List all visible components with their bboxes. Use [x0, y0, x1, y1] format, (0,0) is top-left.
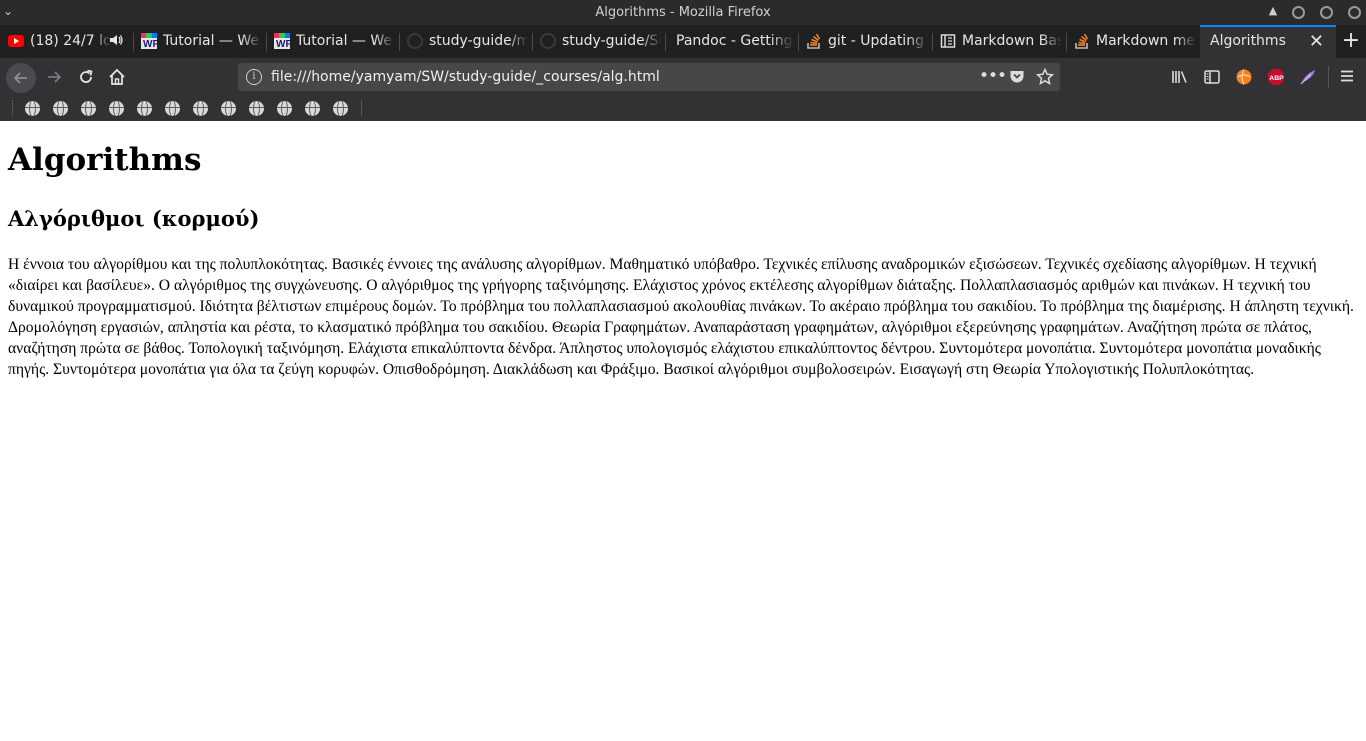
- tab-label: study-guide/m: [429, 33, 528, 49]
- close-tab-icon[interactable]: ✕: [1309, 31, 1324, 52]
- home-button[interactable]: [103, 64, 131, 90]
- maximize-button[interactable]: [1320, 6, 1333, 19]
- globe-icon[interactable]: [53, 101, 68, 116]
- bookmark-star-icon[interactable]: [1035, 67, 1055, 90]
- pocket-icon[interactable]: [1009, 68, 1025, 88]
- youtube-icon: [8, 33, 24, 49]
- tab-study-guide-1[interactable]: study-guide/m: [399, 25, 532, 58]
- toolbar-grip: [12, 100, 14, 116]
- globe-icon[interactable]: [221, 101, 236, 116]
- tab-tutorial-2[interactable]: WP Tutorial — We: [266, 25, 399, 58]
- globe-icon[interactable]: [137, 101, 152, 116]
- tab-separator: [798, 33, 799, 51]
- stackoverflow-icon: [806, 33, 822, 49]
- page-title: Algorithms: [8, 142, 202, 178]
- library-icon[interactable]: [1171, 68, 1189, 86]
- active-tab-indicator: [1200, 25, 1336, 27]
- page-subtitle: Αλγόριθμοι (κορμού): [8, 206, 260, 231]
- minimize-button[interactable]: [1292, 6, 1305, 19]
- globe-icon[interactable]: [81, 101, 96, 116]
- hamburger-menu-icon[interactable]: [1338, 68, 1356, 86]
- extension-orange-icon[interactable]: [1235, 68, 1253, 86]
- globe-icon[interactable]: [109, 101, 124, 116]
- globe-icon[interactable]: [333, 101, 348, 116]
- course-description: Η έννοια του αλγορίθμου και της πολυπλοκ…: [8, 256, 1354, 378]
- page-content: Algorithms Αλγόριθμοι (κορμού) Η έννοια …: [0, 121, 1366, 741]
- audio-playing-icon[interactable]: [108, 32, 124, 48]
- book-icon: [940, 33, 956, 49]
- tab-study-guide-2[interactable]: study-guide/SC: [532, 25, 665, 58]
- svg-text:WP: WP: [276, 39, 290, 49]
- tab-label: git - Updating a: [828, 33, 928, 49]
- tab-separator: [133, 33, 134, 51]
- globe-icon[interactable]: [249, 101, 264, 116]
- close-window-button[interactable]: [1348, 6, 1361, 19]
- tab-label: Tutorial — We: [296, 33, 393, 49]
- url-bar[interactable]: i file:///home/yamyam/SW/study-guide/_co…: [238, 63, 1060, 91]
- tab-separator: [1066, 33, 1067, 51]
- tab-separator: [399, 33, 400, 51]
- bookmarks-toolbar: [0, 96, 1366, 121]
- tab-label: Tutorial — We: [163, 33, 260, 49]
- wp-icon: WP: [274, 33, 292, 50]
- globe-icon[interactable]: [193, 101, 208, 116]
- tab-label: (18) 24/7 lofi: [30, 33, 111, 49]
- tab-git-updating[interactable]: git - Updating a: [798, 25, 932, 58]
- window-title: Algorithms - Mozilla Firefox: [595, 5, 771, 20]
- tab-markdown-basics[interactable]: Markdown Bas: [932, 25, 1066, 58]
- tab-label: Pandoc - Getting s: [676, 33, 794, 49]
- tab-tutorial-1[interactable]: WP Tutorial — We: [133, 25, 266, 58]
- back-button[interactable]: [6, 63, 36, 93]
- toolbar-divider: [1328, 66, 1329, 88]
- svg-text:WP: WP: [143, 39, 157, 49]
- window-shade-icon[interactable]: ▲: [1266, 4, 1280, 18]
- url-text[interactable]: file:///home/yamyam/SW/study-guide/_cour…: [271, 69, 660, 85]
- feather-extension-icon[interactable]: [1299, 68, 1317, 86]
- tab-algorithms[interactable]: Algorithms ✕: [1200, 25, 1336, 58]
- wp-icon: WP: [141, 33, 159, 50]
- globe-icon[interactable]: [277, 101, 292, 116]
- tab-label: Markdown met: [1096, 33, 1196, 49]
- globe-icon[interactable]: [25, 101, 40, 116]
- page-actions-icon[interactable]: •••: [979, 66, 1007, 86]
- reload-button[interactable]: [72, 64, 100, 90]
- stackoverflow-icon: [1074, 33, 1090, 49]
- forward-button[interactable]: [40, 64, 68, 90]
- new-tab-button[interactable]: +: [1336, 25, 1366, 58]
- bookmarks-divider: [361, 100, 362, 116]
- tab-separator: [266, 33, 267, 51]
- tab-separator: [532, 33, 533, 51]
- github-icon: [540, 33, 556, 49]
- tab-separator: [665, 33, 666, 51]
- tab-pandoc[interactable]: Pandoc - Getting s: [665, 25, 798, 58]
- tab-label: study-guide/SC: [562, 33, 661, 49]
- tab-label: Markdown Bas: [962, 33, 1062, 49]
- globe-icon[interactable]: [305, 101, 320, 116]
- github-icon: [407, 33, 423, 49]
- tab-markdown-meta[interactable]: Markdown met: [1066, 25, 1200, 58]
- adblock-plus-icon[interactable]: ABP: [1267, 68, 1285, 86]
- tab-separator: [932, 33, 933, 51]
- svg-text:ABP: ABP: [1269, 75, 1284, 82]
- globe-icon[interactable]: [165, 101, 180, 116]
- tab-youtube-lofi[interactable]: (18) 24/7 lofi: [0, 25, 133, 58]
- window-titlebar: ⌄ Algorithms - Mozilla Firefox ▲: [0, 0, 1366, 25]
- sidebar-icon[interactable]: [1203, 68, 1221, 86]
- navigation-toolbar: i file:///home/yamyam/SW/study-guide/_co…: [0, 58, 1366, 96]
- tab-strip: (18) 24/7 lofi WP Tutorial — We WP Tutor…: [0, 25, 1366, 58]
- site-info-icon[interactable]: i: [246, 69, 262, 85]
